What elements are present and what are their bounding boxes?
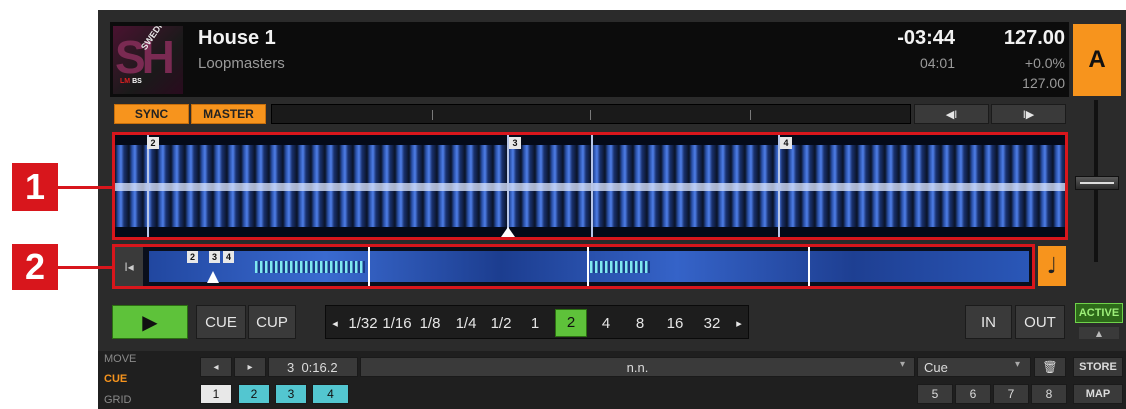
- play-button[interactable]: ▶: [112, 305, 188, 339]
- mode-grid[interactable]: GRID: [104, 394, 188, 409]
- deck-letter[interactable]: A: [1073, 24, 1121, 96]
- cue-position: 3 0:16.2: [268, 357, 358, 377]
- jump-to-start-icon[interactable]: I◂: [115, 247, 143, 286]
- stripe-waveform[interactable]: 2 3 4: [112, 132, 1068, 240]
- trash-icon[interactable]: 🗑: [1034, 357, 1066, 377]
- track-length: 04:01: [919, 55, 955, 71]
- waveform-marker-2[interactable]: 2: [147, 137, 159, 149]
- original-bpm: 127.00: [1022, 75, 1065, 91]
- cue-button[interactable]: CUE: [196, 305, 246, 339]
- cover-art: SH SWEDISH HOUSE LM BS: [113, 26, 183, 94]
- tempo-fader-handle[interactable]: [1075, 176, 1119, 190]
- overview-marker-2[interactable]: 2: [187, 251, 198, 263]
- loop-size-1-2[interactable]: 1/2: [487, 312, 515, 336]
- waveform-marker-3[interactable]: 3: [509, 137, 521, 149]
- waveform-marker-4[interactable]: 4: [780, 137, 792, 149]
- sync-button[interactable]: SYNC: [114, 104, 189, 124]
- loop-size-4[interactable]: 4: [596, 312, 616, 336]
- mode-cue-active[interactable]: CUE: [104, 373, 188, 388]
- music-note-icon[interactable]: ♩: [1038, 246, 1066, 286]
- loop-active-toggle[interactable]: ACTIVE: [1075, 303, 1123, 323]
- hotcue-2[interactable]: 2: [238, 384, 270, 404]
- loop-size-1[interactable]: 1: [526, 312, 544, 336]
- map-button[interactable]: MAP: [1073, 384, 1123, 404]
- tempo-bpm: 127.00: [1003, 27, 1065, 49]
- time-remaining: -03:44: [897, 27, 955, 49]
- loop-size-1-8[interactable]: 1/8: [416, 312, 444, 336]
- cue-type-select[interactable]: Cue: [917, 357, 1031, 377]
- loop-size-1-16[interactable]: 1/16: [381, 312, 413, 336]
- hotcue-8[interactable]: 8: [1031, 384, 1067, 404]
- hotcue-1[interactable]: 1: [200, 384, 232, 404]
- hotcue-4[interactable]: 4: [312, 384, 349, 404]
- cue-type-dropdown-icon[interactable]: ▾: [1015, 359, 1027, 375]
- hotcue-3[interactable]: 3: [275, 384, 307, 404]
- loop-size-32[interactable]: 32: [698, 312, 726, 336]
- callout-arrow-1: [58, 186, 112, 189]
- master-button[interactable]: MASTER: [191, 104, 266, 124]
- callout-label-2: 2: [12, 244, 58, 290]
- loop-size-left-arrow[interactable]: ◂: [328, 312, 342, 336]
- callout-arrow-2: [58, 266, 112, 269]
- loop-size-1-32[interactable]: 1/32: [346, 312, 380, 336]
- cover-tag-white: BS: [132, 78, 142, 85]
- cover-tag-red: LM: [120, 78, 131, 85]
- beatjump-back-button[interactable]: ◀I: [914, 104, 989, 124]
- loop-size-1-4[interactable]: 1/4: [452, 312, 480, 336]
- playhead-marker: [501, 227, 515, 237]
- beat-grid-bar: [271, 104, 911, 124]
- beatjump-forward-button[interactable]: I▶: [991, 104, 1066, 124]
- loop-out-button[interactable]: OUT: [1015, 305, 1065, 339]
- hotcue-7[interactable]: 7: [993, 384, 1029, 404]
- loop-size-2-selected[interactable]: 2: [555, 309, 587, 337]
- loop-size-right-arrow[interactable]: ▸: [732, 312, 746, 336]
- loop-size-16[interactable]: 16: [663, 312, 687, 336]
- pitch-percent: +0.0%: [1024, 55, 1065, 71]
- loop-active-arrow-icon[interactable]: ▲: [1079, 327, 1119, 339]
- hotcue-6[interactable]: 6: [955, 384, 991, 404]
- overview-playhead: [207, 271, 219, 283]
- overview-waveform[interactable]: I◂ 2 3 4: [112, 244, 1035, 289]
- store-button[interactable]: STORE: [1073, 357, 1123, 377]
- cue-name-field[interactable]: n.n.: [360, 357, 915, 377]
- track-artist: Loopmasters: [198, 55, 285, 72]
- overview-marker-3[interactable]: 3: [209, 251, 220, 263]
- cue-name-dropdown-icon[interactable]: ▾: [900, 359, 912, 375]
- cup-button[interactable]: CUP: [248, 305, 296, 339]
- callout-label-1: 1: [12, 163, 58, 211]
- hotcue-5[interactable]: 5: [917, 384, 953, 404]
- cue-prev-button[interactable]: ◂: [200, 357, 232, 377]
- loop-in-button[interactable]: IN: [965, 305, 1012, 339]
- overview-marker-4[interactable]: 4: [223, 251, 234, 263]
- cue-next-button[interactable]: ▸: [234, 357, 266, 377]
- loop-size-8[interactable]: 8: [630, 312, 650, 336]
- track-title: House 1: [198, 27, 276, 49]
- mode-move[interactable]: MOVE: [104, 353, 188, 368]
